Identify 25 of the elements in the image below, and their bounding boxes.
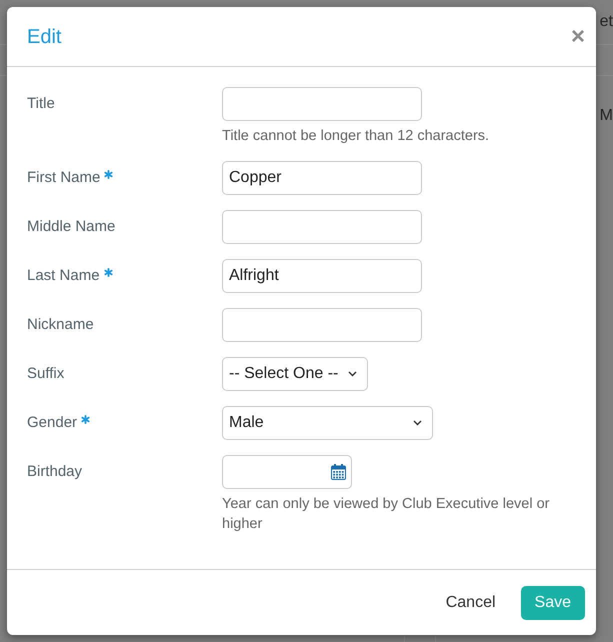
hint-text: Year can only be viewed by Club Executive level or higher	[222, 495, 551, 534]
field-label: Middle Name	[27, 217, 116, 237]
date-input[interactable]	[222, 455, 352, 489]
hint-text: Title cannot be longer than 12 characters.	[222, 127, 490, 146]
chevron-down-icon	[348, 371, 358, 377]
field-label: Last Name	[27, 266, 100, 286]
text-input[interactable]	[222, 210, 422, 244]
field-label: Title	[27, 94, 55, 114]
text-input[interactable]: Alfright	[222, 259, 422, 293]
select-dropdown[interactable]: -- Select One --	[222, 357, 368, 391]
background-text: et	[600, 12, 613, 32]
cancel-button[interactable]: Cancel	[434, 586, 508, 620]
select-dropdown[interactable]: Male	[222, 406, 433, 440]
field-label: Nickname	[27, 315, 94, 335]
background-text: M	[600, 106, 613, 126]
field-label: First Name	[27, 168, 100, 188]
text-input[interactable]: Copper	[222, 161, 422, 195]
field-label: Suffix	[27, 364, 64, 384]
field-label: Gender	[27, 413, 78, 433]
dialog-title: Edit	[27, 24, 62, 50]
calendar-icon[interactable]	[331, 464, 346, 480]
field-label: Birthday	[27, 462, 82, 482]
text-input[interactable]	[222, 87, 422, 121]
text-input[interactable]	[222, 308, 422, 342]
chevron-down-icon	[413, 420, 422, 426]
